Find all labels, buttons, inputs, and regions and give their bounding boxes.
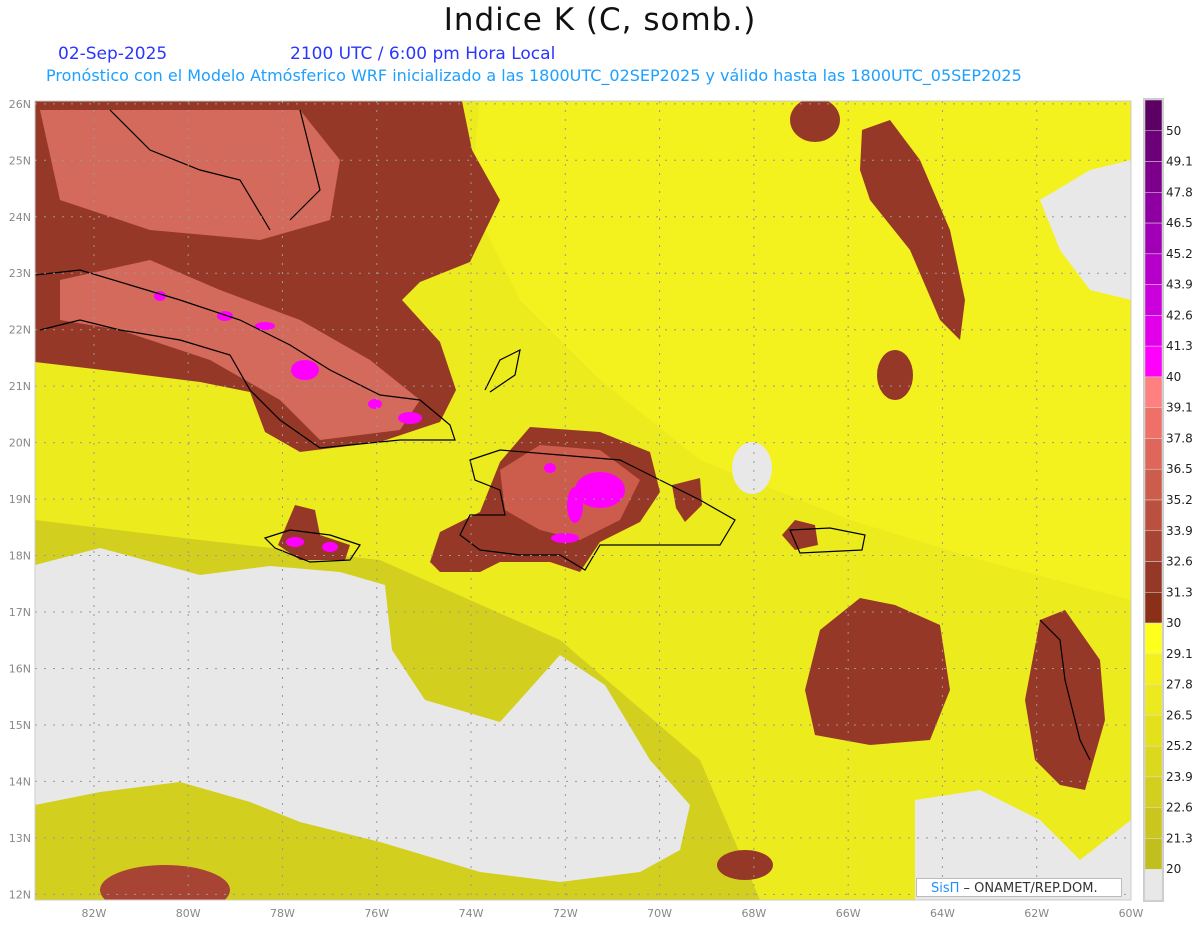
colorbar: 50 49.1 47.8 46.5 45.2 43.9 42.6 41.3 40 39.1 37.8… xyxy=(1143,98,1193,902)
colorbar-swatch xyxy=(1144,284,1163,316)
lat-label: 17N xyxy=(9,606,31,619)
lon-label: 66W xyxy=(836,907,861,920)
colorbar-swatch xyxy=(1144,315,1163,347)
colorbar-label: 35.2 xyxy=(1166,493,1193,507)
dry-grey-patch xyxy=(732,442,772,494)
colorbar-label: 45.2 xyxy=(1166,247,1193,261)
colorbar-swatch xyxy=(1144,592,1163,624)
colorbar-swatch xyxy=(1144,684,1163,716)
lat-label: 25N xyxy=(9,154,31,167)
lon-label: 60W xyxy=(1119,907,1144,920)
credit-text: – ONAMET/REP.DOM. xyxy=(959,881,1098,896)
colorbar-swatch xyxy=(1144,161,1163,193)
lon-label: 80W xyxy=(176,907,201,920)
lon-label: 78W xyxy=(270,907,295,920)
colorbar-swatch xyxy=(1144,499,1163,532)
unstable-patch xyxy=(100,865,230,900)
colorbar-label: 30 xyxy=(1166,616,1181,630)
colorbar-swatch xyxy=(1144,99,1163,132)
colorbar-swatch xyxy=(1144,868,1163,901)
colorbar-label: 40 xyxy=(1166,370,1181,384)
colorbar-label: 32.6 xyxy=(1166,555,1193,569)
lat-label: 26N xyxy=(9,98,31,111)
k-index-map: 82W 80W 78W 76W 74W 72W 70W 68W 66W 64W 62W 60W 26N 2… xyxy=(9,98,1193,920)
colorbar-swatch xyxy=(1144,253,1163,285)
lat-label: 21N xyxy=(9,380,31,393)
colorbar-swatch xyxy=(1144,376,1163,408)
colorbar-label: 49.1 xyxy=(1166,155,1193,169)
lon-label: 68W xyxy=(741,907,766,920)
unstable-patch xyxy=(717,850,773,880)
lon-label: 70W xyxy=(647,907,672,920)
colorbar-label: 43.9 xyxy=(1166,278,1193,292)
unstable-patch xyxy=(790,101,840,142)
lat-label: 24N xyxy=(9,211,31,224)
lon-label: 72W xyxy=(553,907,578,920)
colorbar-label: 22.6 xyxy=(1166,801,1193,815)
colorbar-swatch xyxy=(1144,715,1163,747)
lat-label: 16N xyxy=(9,662,31,675)
colorbar-swatch xyxy=(1144,438,1163,470)
lat-label: 22N xyxy=(9,324,31,337)
colorbar-label: 36.5 xyxy=(1166,462,1193,476)
lon-label: 74W xyxy=(459,907,484,920)
lat-label: 13N xyxy=(9,832,31,845)
colorbar-label: 39.1 xyxy=(1166,401,1193,415)
colorbar-label: 50 xyxy=(1166,124,1181,138)
colorbar-label: 37.8 xyxy=(1166,431,1193,445)
colorbar-label: 27.8 xyxy=(1166,678,1193,692)
colorbar-label: 47.8 xyxy=(1166,185,1193,199)
lat-label: 14N xyxy=(9,775,31,788)
colorbar-swatch xyxy=(1144,807,1163,839)
lat-label: 15N xyxy=(9,719,31,732)
lat-label: 18N xyxy=(9,550,31,563)
colorbar-label: 29.1 xyxy=(1166,647,1193,661)
colorbar-label: 46.5 xyxy=(1166,216,1193,230)
colorbar-swatch xyxy=(1144,222,1163,255)
colorbar-swatch xyxy=(1144,561,1163,593)
colorbar-swatch xyxy=(1144,130,1163,162)
unstable-patch xyxy=(877,350,913,400)
colorbar-swatch xyxy=(1144,622,1163,655)
sispi-logo: SisΠ xyxy=(931,881,960,896)
colorbar-label: 41.3 xyxy=(1166,339,1193,353)
lat-label: 12N xyxy=(9,888,31,901)
colorbar-label: 42.6 xyxy=(1166,308,1193,322)
colorbar-swatch xyxy=(1144,838,1163,870)
colorbar-swatch xyxy=(1144,530,1163,562)
colorbar-label: 26.5 xyxy=(1166,708,1193,722)
lat-label: 19N xyxy=(9,493,31,506)
colorbar-label: 21.3 xyxy=(1166,831,1193,845)
colorbar-label: 23.9 xyxy=(1166,770,1193,784)
colorbar-swatch xyxy=(1144,345,1163,378)
colorbar-swatch xyxy=(1144,776,1163,808)
map-field xyxy=(35,101,1131,900)
credit-box: SisΠ – ONAMET/REP.DOM. xyxy=(916,878,1122,897)
colorbar-label: 20 xyxy=(1166,862,1181,876)
colorbar-swatch xyxy=(1144,192,1163,224)
lon-label: 64W xyxy=(930,907,955,920)
colorbar-label: 31.3 xyxy=(1166,585,1193,599)
lat-label: 20N xyxy=(9,437,31,450)
colorbar-swatch xyxy=(1144,745,1163,778)
colorbar-swatch xyxy=(1144,653,1163,685)
colorbar-label: 33.9 xyxy=(1166,524,1193,538)
colorbar-label: 25.2 xyxy=(1166,739,1193,753)
lon-label: 82W xyxy=(81,907,106,920)
colorbar-swatch xyxy=(1144,407,1163,439)
colorbar-swatch xyxy=(1144,468,1163,501)
lon-label: 62W xyxy=(1024,907,1049,920)
lon-label: 76W xyxy=(364,907,389,920)
lat-label: 23N xyxy=(9,267,31,280)
